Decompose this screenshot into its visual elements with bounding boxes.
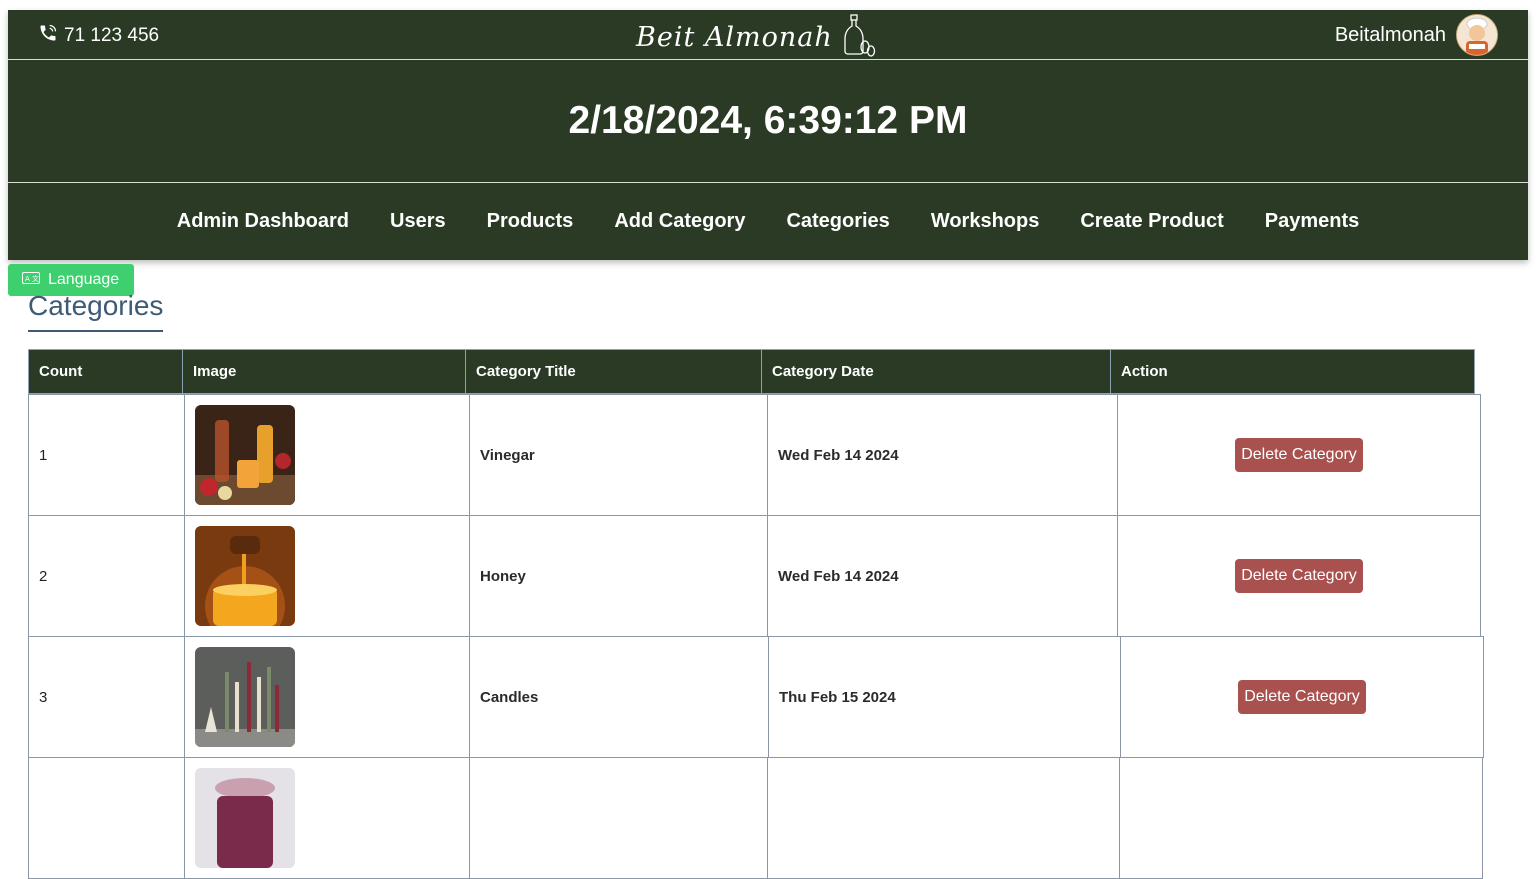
- nav-create-product[interactable]: Create Product: [1080, 210, 1223, 233]
- phone-number: 71 123 456: [64, 25, 160, 46]
- brand-name: Beit Almonah: [636, 22, 833, 53]
- nav-add-category[interactable]: Add Category: [614, 210, 745, 233]
- row-title: [469, 757, 768, 879]
- candles-image: [195, 647, 295, 747]
- translate-icon: A文: [22, 271, 40, 289]
- vinegar-image: [195, 405, 295, 505]
- row-image: [184, 394, 470, 516]
- row-count: [28, 757, 185, 879]
- row-date: Thu Feb 15 2024: [768, 636, 1121, 758]
- row-title: Vinegar: [469, 394, 768, 516]
- row-date: Wed Feb 14 2024: [767, 394, 1118, 516]
- top-bar: 71 123 456 Beit Almonah Beitalmonah: [8, 10, 1528, 60]
- table-row: 3 Candles Thu Feb 15 2024 Delete Categor…: [28, 636, 1484, 758]
- avatar: [1456, 14, 1498, 56]
- main-nav: Admin Dashboard Users Products Add Categ…: [8, 183, 1528, 260]
- honey-image: [195, 526, 295, 626]
- row-image: [184, 636, 470, 758]
- row-count: 2: [28, 515, 185, 637]
- nav-users[interactable]: Users: [390, 210, 446, 233]
- brand-logo[interactable]: Beit Almonah: [636, 13, 877, 62]
- phone-icon: [38, 23, 58, 49]
- site-header: 71 123 456 Beit Almonah Beitalmonah 2/18…: [8, 10, 1528, 260]
- row-image: [184, 757, 470, 879]
- row-count: 3: [28, 636, 185, 758]
- row-count: 1: [28, 394, 185, 516]
- row-date: [767, 757, 1120, 879]
- row-action: [1119, 757, 1483, 879]
- nav-products[interactable]: Products: [487, 210, 574, 233]
- nav-admin-dashboard[interactable]: Admin Dashboard: [177, 210, 349, 233]
- column-action: Action: [1110, 349, 1475, 394]
- row-title: Candles: [469, 636, 769, 758]
- row-date: Wed Feb 14 2024: [767, 515, 1118, 637]
- svg-text:A: A: [25, 275, 30, 283]
- current-datetime: 2/18/2024, 6:39:12 PM: [8, 60, 1528, 183]
- phone-contact[interactable]: 71 123 456: [38, 23, 159, 49]
- nav-workshops[interactable]: Workshops: [931, 210, 1040, 233]
- row-image: [184, 515, 470, 637]
- row-title: Honey: [469, 515, 768, 637]
- jam-image: [195, 768, 295, 868]
- column-count: Count: [28, 349, 183, 394]
- table-row: [28, 757, 1483, 879]
- table-header: Count Image Category Title Category Date…: [28, 349, 1475, 394]
- row-action: Delete Category: [1117, 515, 1481, 637]
- language-label: Language: [48, 271, 120, 288]
- user-menu[interactable]: Beitalmonah: [1335, 14, 1498, 56]
- bottle-icon: [833, 13, 877, 62]
- page-title: Categories: [28, 290, 164, 332]
- row-action: Delete Category: [1120, 636, 1484, 758]
- row-action: Delete Category: [1117, 394, 1481, 516]
- table-row: 2 Honey Wed Feb 14 2024 Delete Category: [28, 515, 1481, 637]
- column-image: Image: [182, 349, 466, 394]
- nav-payments[interactable]: Payments: [1265, 210, 1360, 233]
- delete-category-button[interactable]: Delete Category: [1238, 680, 1366, 714]
- nav-categories[interactable]: Categories: [786, 210, 889, 233]
- table-row: 1 Vinegar Wed Feb 14 2024 Delete Categor…: [28, 394, 1481, 516]
- column-title: Category Title: [465, 349, 762, 394]
- delete-category-button[interactable]: Delete Category: [1235, 559, 1363, 593]
- column-date: Category Date: [761, 349, 1111, 394]
- delete-category-button[interactable]: Delete Category: [1235, 438, 1363, 472]
- svg-text:文: 文: [32, 274, 39, 283]
- username: Beitalmonah: [1334, 23, 1446, 46]
